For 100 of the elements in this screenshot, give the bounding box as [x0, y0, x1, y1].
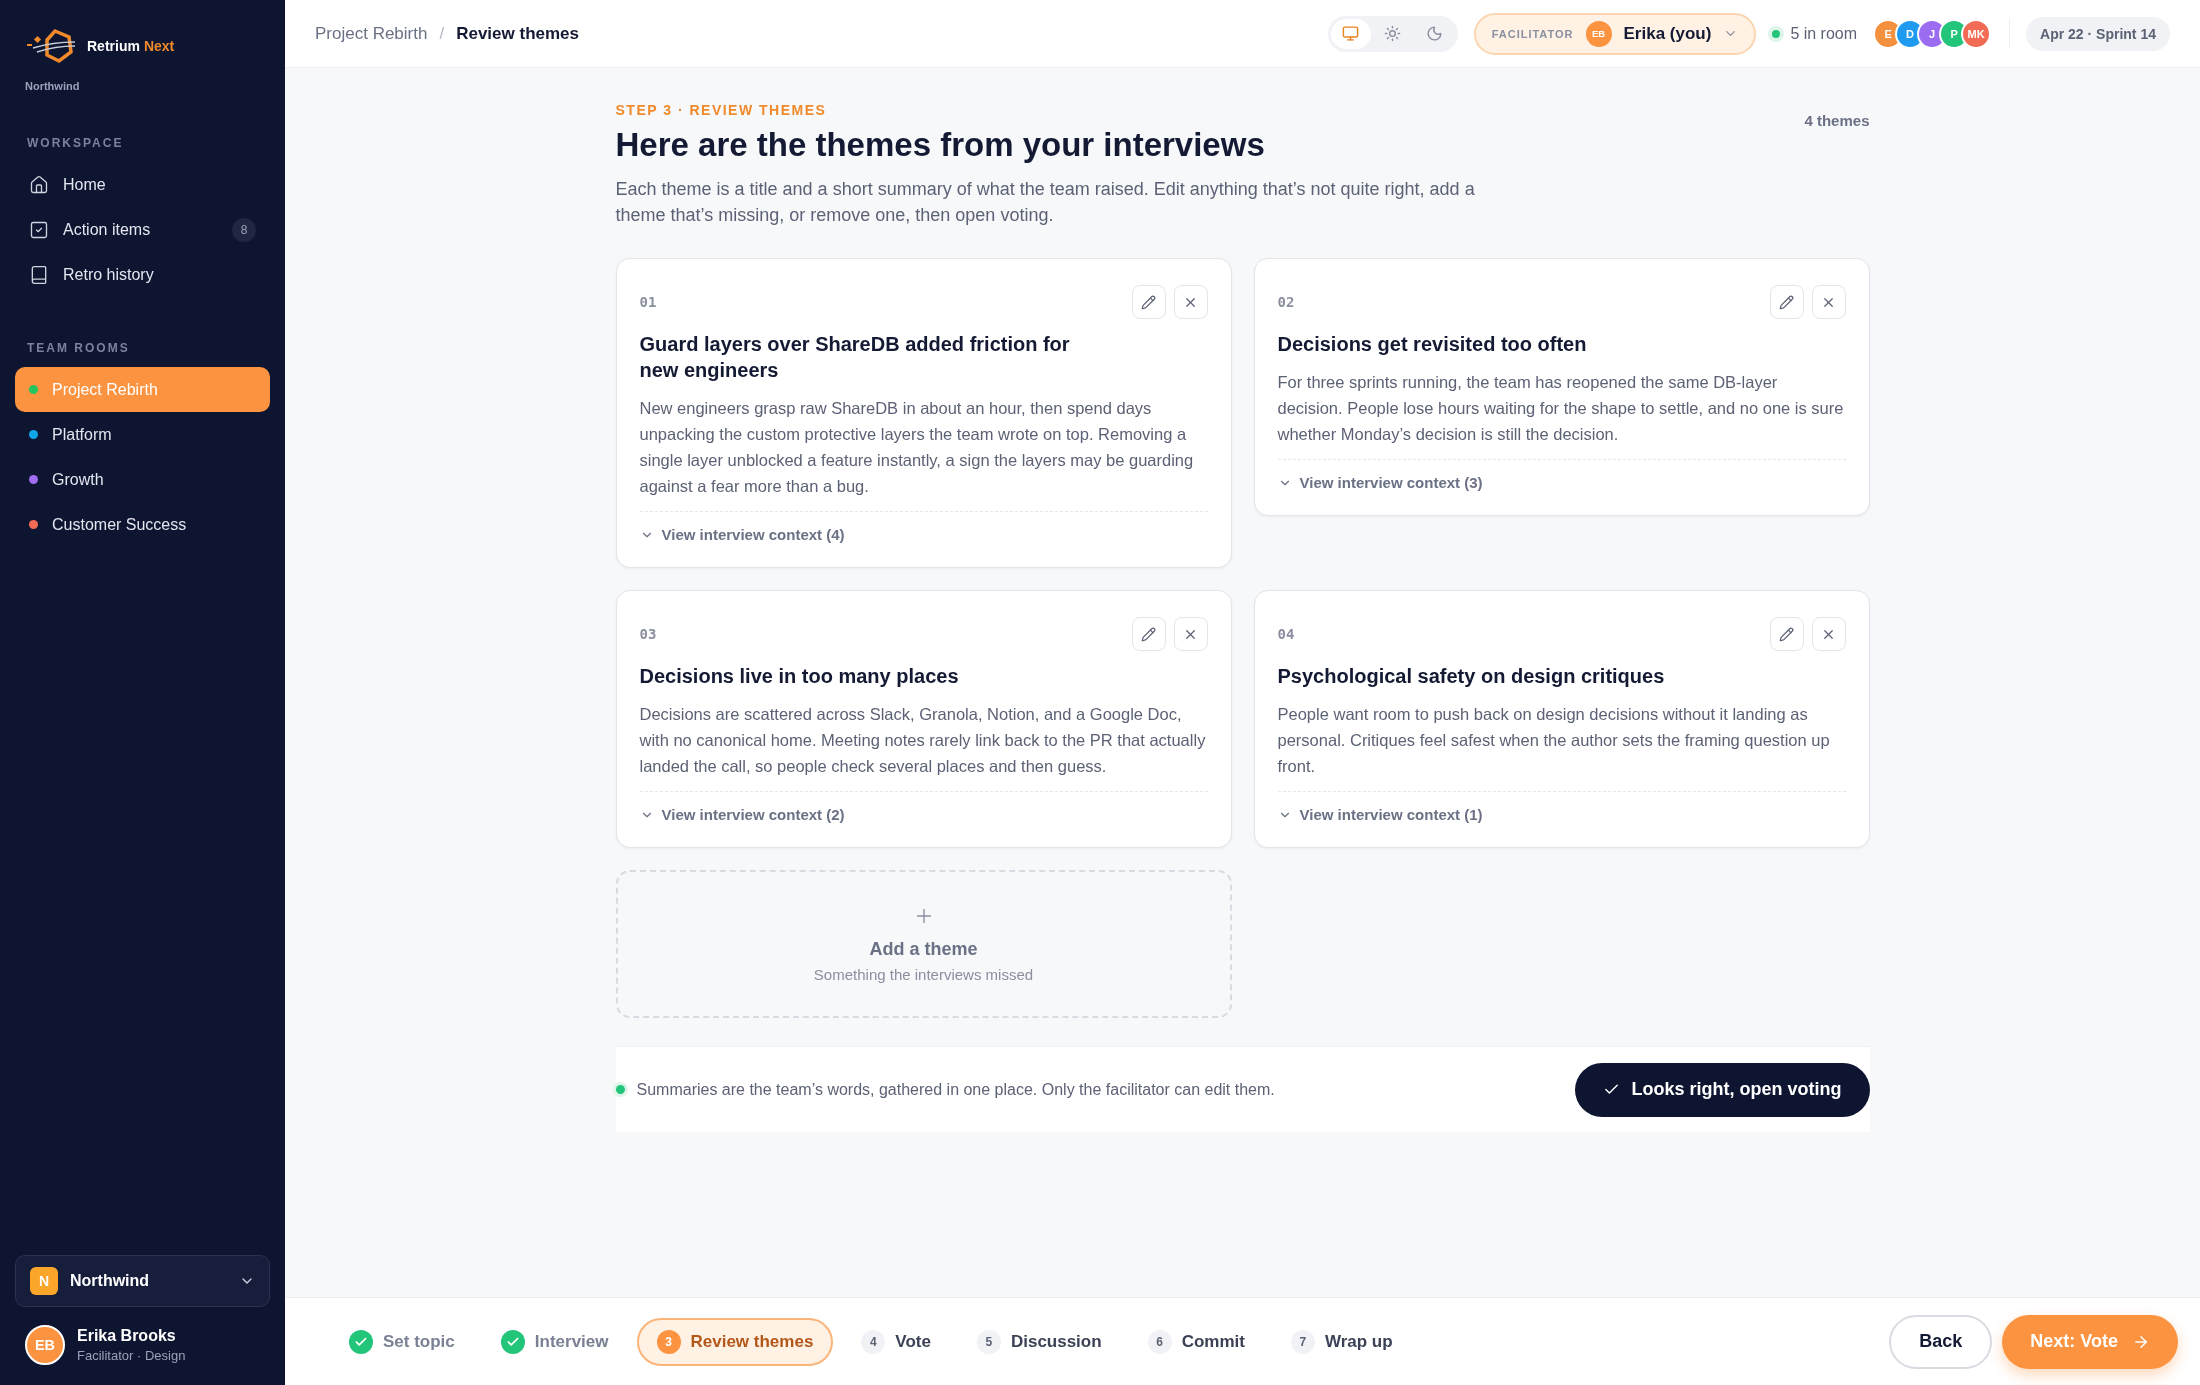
edit-button[interactable] — [1769, 617, 1804, 651]
theme-number: 03 — [639, 626, 657, 642]
moon-icon — [1426, 25, 1444, 42]
book-icon — [29, 264, 49, 285]
step-label: Vote — [895, 1331, 931, 1352]
facilitator-menu[interactable]: FACILITATOR EB Erika (you) — [1473, 12, 1757, 55]
theme-summary: New engineers grasp raw ShareDB in about an hour, then spend days unpacking the custom protective layers the team wrote on top. Removing a single layer unblocked a feature instantly, a sign the layers may be guarding against a fear more than a bug. — [639, 398, 1195, 497]
workspace-logo: N — [30, 1267, 58, 1295]
theme-summary: Decisions are scattered across Slack, Granola, Notion, and a Google Doc, with no canonical home. Meeting notes rarely link back to the PR that actually landed the call, so people check several places and then guess. — [639, 704, 1207, 777]
theme-summary: People want room to push back on design decisions without it landing as personal. Critiques feel safest when the author sets the framing question up front. — [1277, 704, 1831, 777]
add-theme-hint: Something the interviews missed — [813, 966, 1034, 983]
check-icon — [500, 1329, 525, 1354]
step-item[interactable]: 4 Vote — [843, 1317, 949, 1366]
context-toggle[interactable]: View interview context (1) — [1277, 791, 1846, 829]
step-number: 7 — [1290, 1329, 1315, 1354]
step-item[interactable]: 3 Review themes — [636, 1317, 834, 1366]
nav-label: Retro history — [63, 265, 154, 284]
step-number: 3 — [656, 1329, 681, 1354]
user-avatar: EB — [25, 1325, 65, 1365]
theme-summary: For three sprints running, the team has reopened the same DB-layer decision. People lose hours waiting for the shape to settle, and no one is sure whether Monday’s decision is still the decision. — [1277, 372, 1845, 445]
theme-mode-button[interactable] — [1330, 18, 1371, 49]
facilitator-avatar: EB — [1585, 20, 1612, 47]
step-number: 5 — [976, 1329, 1001, 1354]
workspace-name: Northwind — [70, 1272, 150, 1290]
theme-title: Decisions get revisited too often — [1277, 332, 1588, 357]
step-label: Review themes — [690, 1331, 814, 1352]
step-label: Set topic — [383, 1331, 455, 1352]
open-voting-button[interactable]: Looks right, open voting — [1574, 1062, 1870, 1117]
monitor-icon — [1342, 25, 1360, 42]
step-label: Commit — [1181, 1331, 1245, 1352]
nav-item[interactable]: Home — [15, 162, 270, 207]
breadcrumb-current: Review themes — [456, 23, 579, 44]
pencil-icon — [1779, 294, 1794, 310]
brand-suffix: Next — [143, 38, 175, 54]
step-number: 6 — [1147, 1329, 1172, 1354]
step-item[interactable]: 6 Commit — [1129, 1317, 1263, 1366]
checkbox-icon — [29, 219, 49, 240]
section-title: WORKSPACE — [26, 136, 125, 150]
theme-title: Decisions live in too many places — [639, 664, 960, 689]
room-item[interactable]: Growth — [15, 457, 270, 502]
count-badge: 8 — [232, 217, 256, 242]
presence-count: 5 in room — [1790, 24, 1858, 43]
nav-label: Customer Success — [52, 515, 187, 534]
context-toggle[interactable]: View interview context (4) — [639, 511, 1208, 549]
online-dot — [1772, 29, 1781, 38]
org-name: Northwind — [24, 79, 81, 92]
sprint-chip: Apr 22 · Sprint 14 — [2026, 16, 2170, 51]
facilitator-label: FACILITATOR — [1491, 27, 1574, 40]
sun-icon — [1384, 25, 1402, 42]
workspace-switcher[interactable]: N Northwind — [15, 1255, 270, 1307]
context-toggle[interactable]: View interview context (2) — [639, 791, 1208, 829]
nav-label: Home — [63, 175, 106, 194]
nav-label: Action items — [63, 220, 151, 239]
step-label: Discussion — [1010, 1331, 1102, 1352]
user-role: Facilitator · Design — [77, 1348, 186, 1363]
back-button[interactable]: Back — [1889, 1314, 1993, 1369]
home-icon — [29, 174, 49, 195]
participant-avatar: MK — [1961, 18, 1992, 49]
step-item[interactable]: Interview — [482, 1317, 627, 1366]
edit-button[interactable] — [1769, 285, 1804, 319]
remove-button[interactable] — [1173, 617, 1208, 651]
add-theme-title: Add a theme — [869, 939, 978, 960]
theme-number: 02 — [1277, 294, 1295, 310]
check-icon — [349, 1329, 373, 1354]
remove-button[interactable] — [1811, 285, 1846, 319]
pencil-icon — [1141, 626, 1156, 642]
theme-number: 01 — [639, 294, 657, 310]
room-item[interactable]: Customer Success — [15, 502, 270, 547]
pencil-icon — [1779, 626, 1794, 642]
remove-button[interactable] — [1173, 285, 1208, 319]
nav-item[interactable]: Retro history — [15, 252, 270, 297]
step-number: 4 — [861, 1329, 886, 1354]
note-text: Summaries are the team’s words, gathered in one place. Only the facilitator can edit them. — [636, 1080, 1275, 1099]
add-theme-button[interactable]: Add a theme Something the interviews missed — [615, 870, 1232, 1018]
breadcrumb-link[interactable]: Project Rebirth — [315, 23, 428, 44]
section-title: TEAM ROOMS — [26, 341, 131, 355]
step-item[interactable]: 7 Wrap up — [1272, 1317, 1411, 1366]
remove-button[interactable] — [1811, 617, 1846, 651]
step-item[interactable]: Set topic — [331, 1317, 473, 1366]
room-item[interactable]: Platform — [15, 412, 270, 457]
nav-label: Project Rebirth — [52, 380, 158, 399]
brand-name: Retrium — [87, 38, 140, 54]
step-item[interactable]: 5 Discussion — [958, 1317, 1120, 1366]
intro-text: Each theme is a title and a short summary of what the team raised. Edit anything that’s not quite right, add a theme that’s missing, or remove one, then open voting. — [615, 178, 1476, 227]
status-dot — [615, 1085, 625, 1094]
facilitator-name: Erika (you) — [1623, 23, 1712, 44]
step-label: Interview — [534, 1331, 609, 1352]
edit-button[interactable] — [1131, 285, 1166, 319]
page-title: Here are the themes from your interviews — [615, 126, 1265, 164]
theme-title: Guard layers over ShareDB added friction for new engineers — [639, 332, 1071, 383]
step-label: Wrap up — [1324, 1331, 1393, 1352]
context-toggle[interactable]: View interview context (3) — [1277, 459, 1846, 497]
nav-label: Platform — [52, 425, 112, 444]
breadcrumb-separator: / — [439, 23, 445, 44]
edit-button[interactable] — [1131, 617, 1166, 651]
nav-label: Growth — [52, 470, 104, 489]
theme-count: 4 themes — [1804, 112, 1870, 129]
user-name: Erika Brooks — [77, 1327, 177, 1345]
step-eyebrow: STEP 3 · REVIEW THEMES — [615, 102, 828, 118]
nav-item[interactable]: Action items 8 — [15, 207, 270, 252]
